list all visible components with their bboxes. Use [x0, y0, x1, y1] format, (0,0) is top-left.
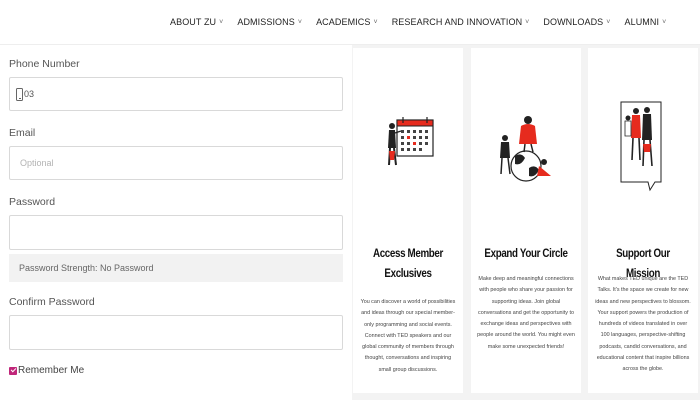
- chevron-down-icon: ˅: [219, 18, 224, 26]
- chevron-down-icon: ˅: [297, 18, 303, 26]
- confirm-password-input[interactable]: [9, 315, 343, 350]
- chevron-down-icon: ˅: [606, 18, 611, 26]
- email-label: Email: [9, 127, 36, 139]
- chevron-down-icon: ˅: [373, 18, 378, 26]
- benefit-card-mission: Support Our Mission What makes TED uniqu…: [588, 48, 698, 393]
- speech-bubble-people-illustration-icon: [620, 101, 662, 192]
- remember-me-label: Remember Me: [18, 365, 85, 376]
- email-input[interactable]: [9, 146, 343, 180]
- password-input[interactable]: [9, 215, 343, 250]
- phone-label: Phone Number: [9, 58, 80, 70]
- remember-me[interactable]: Remember Me: [9, 365, 84, 376]
- password-label: Password: [9, 196, 56, 208]
- phone-input[interactable]: [24, 78, 324, 110]
- nav-item-alumni[interactable]: ALUMNI ˅: [624, 17, 666, 27]
- phone-icon: [16, 88, 23, 101]
- nav-menu: ABOUT ZU ˅ ADMISSIONS ˅ ACADEMICS ˅ RESEARC…: [170, 17, 680, 27]
- phone-field-wrapper: [9, 77, 343, 111]
- nav-item-admissions[interactable]: ADMISSIONS ˅: [237, 17, 302, 27]
- nav-item-downloads[interactable]: DOWNLOADS ˅: [543, 17, 610, 27]
- remember-me-checkbox[interactable]: [9, 366, 17, 375]
- password-strength-indicator: Password Strength: No Password: [9, 254, 343, 282]
- card-title: Expand Your Circle: [484, 248, 568, 260]
- card-description: Make deep and meaningful connections wit…: [477, 276, 575, 350]
- nav-item-academics[interactable]: ACADEMICS ˅: [316, 17, 378, 27]
- top-navigation: ABOUT ZU ˅ ADMISSIONS ˅ ACADEMICS ˅ RESEARC…: [0, 0, 700, 45]
- nav-item-about[interactable]: ABOUT ZU ˅: [170, 17, 223, 27]
- benefit-card-circle: Expand Your Circle Make deep and meaning…: [471, 48, 581, 393]
- member-benefits-panel: Access Member Exclusives You can discove…: [352, 45, 700, 400]
- calendar-illustration-icon: [388, 117, 434, 166]
- card-description: What makes TED unique are the TED Talks.…: [595, 276, 691, 373]
- chevron-down-icon: ˅: [525, 18, 530, 26]
- chevron-down-icon: ˅: [662, 18, 667, 26]
- card-title: Access Member Exclusives: [372, 248, 444, 280]
- card-description: You can discover a world of possibilitie…: [360, 299, 456, 373]
- registration-form: Phone Number Email Password Password Str…: [0, 45, 352, 400]
- people-globe-illustration-icon: [500, 116, 551, 182]
- nav-item-research[interactable]: RESEARCH AND INNOVATION ˅: [392, 17, 530, 27]
- benefit-card-exclusives: Access Member Exclusives You can discove…: [353, 48, 463, 393]
- confirm-password-label: Confirm Password: [9, 296, 95, 308]
